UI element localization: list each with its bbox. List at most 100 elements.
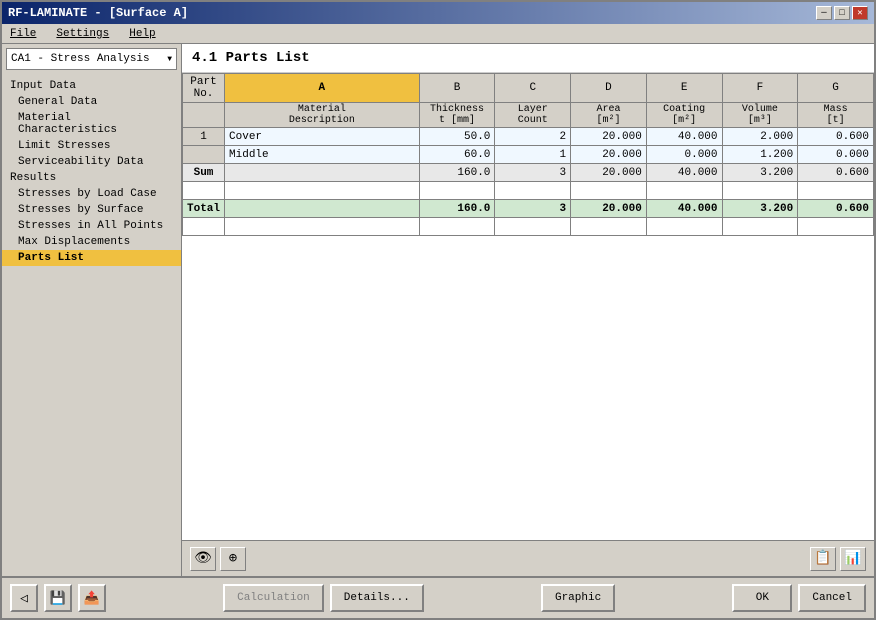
- details-button[interactable]: Details...: [330, 584, 424, 612]
- sidebar-item-serviceability-data[interactable]: Serviceability Data: [2, 154, 181, 170]
- sidebar-item-parts-list[interactable]: Parts List: [2, 250, 181, 266]
- sidebar-item-max-displacements[interactable]: Max Displacements: [2, 234, 181, 250]
- col-g-cell: 0.600: [798, 200, 874, 218]
- eye-icon: 👁: [194, 550, 212, 567]
- title-bar-buttons: ─ □ ✕: [816, 6, 868, 20]
- save-button[interactable]: 💾: [44, 584, 72, 612]
- analysis-dropdown[interactable]: CA1 - Stress Analysis ▼: [6, 48, 177, 70]
- col-d-sub: Area[m²]: [571, 103, 647, 128]
- select-icon-button[interactable]: ⊕: [220, 547, 246, 571]
- back-icon: ◁: [20, 591, 28, 606]
- table-toolbar: 👁 ⊕ 📋 📊: [182, 540, 874, 576]
- part-no-cell: [183, 146, 225, 164]
- dropdown-value: CA1 - Stress Analysis: [11, 53, 150, 65]
- part-no-sub: [183, 103, 225, 128]
- empty-cell: [225, 182, 420, 200]
- col-a-cell: [225, 200, 420, 218]
- col-a-cell: Cover: [225, 128, 420, 146]
- ok-button[interactable]: OK: [732, 584, 792, 612]
- sub-header-row: MaterialDescription Thicknesst [mm] Laye…: [183, 103, 874, 128]
- table-toolbar-left: 👁 ⊕: [190, 547, 246, 571]
- col-b-cell: 160.0: [419, 200, 495, 218]
- col-b-sub: Thicknesst [mm]: [419, 103, 495, 128]
- back-button[interactable]: ◁: [10, 584, 38, 612]
- col-c-header: C: [495, 74, 571, 103]
- col-g-cell: 0.600: [798, 128, 874, 146]
- col-b-cell: 60.0: [419, 146, 495, 164]
- col-g-sub: Mass[t]: [798, 103, 874, 128]
- col-e-cell: 0.000: [646, 146, 722, 164]
- table-row: Middle 60.0 1 20.000 0.000 1.200 0.000: [183, 146, 874, 164]
- parts-list-table: PartNo. A B C D E F G MaterialDescriptio…: [182, 73, 874, 236]
- menu-file[interactable]: File: [6, 27, 40, 41]
- empty-cell: [571, 218, 647, 236]
- col-f-cell: 1.200: [722, 146, 798, 164]
- window-title: RF-LAMINATE - [Surface A]: [8, 6, 188, 20]
- empty-cell: [183, 218, 225, 236]
- sidebar-nav: Input Data General Data Material Charact…: [2, 74, 181, 576]
- minimize-button[interactable]: ─: [816, 6, 832, 20]
- sidebar-item-general-data[interactable]: General Data: [2, 94, 181, 110]
- export-button[interactable]: 📤: [78, 584, 106, 612]
- empty-cell: [225, 218, 420, 236]
- col-e-cell: 40.000: [646, 164, 722, 182]
- col-d-cell: 20.000: [571, 164, 647, 182]
- col-b-cell: 50.0: [419, 128, 495, 146]
- table-container[interactable]: PartNo. A B C D E F G MaterialDescriptio…: [182, 73, 874, 540]
- sidebar-item-stresses-all-points[interactable]: Stresses in All Points: [2, 218, 181, 234]
- empty-cell: [419, 182, 495, 200]
- table-toolbar-right: 📋 📊: [810, 547, 866, 571]
- col-d-header: D: [571, 74, 647, 103]
- export1-button[interactable]: 📋: [810, 547, 836, 571]
- view-icon-button[interactable]: 👁: [190, 547, 216, 571]
- col-f-cell: 3.200: [722, 200, 798, 218]
- sidebar-item-stresses-load-case[interactable]: Stresses by Load Case: [2, 186, 181, 202]
- col-e-cell: 40.000: [646, 200, 722, 218]
- col-c-cell: 2: [495, 128, 571, 146]
- col-a-header: A: [225, 74, 420, 103]
- empty-row: [183, 182, 874, 200]
- sidebar-item-material-characteristics[interactable]: Material Characteristics: [2, 110, 181, 138]
- chart-export-icon: 📊: [844, 550, 861, 567]
- col-a-cell: [225, 164, 420, 182]
- part-no-cell: 1: [183, 128, 225, 146]
- cancel-button[interactable]: Cancel: [798, 584, 866, 612]
- save-icon: 💾: [50, 591, 66, 606]
- sum-row: Sum 160.0 3 20.000 40.000 3.200 0.600: [183, 164, 874, 182]
- total-row: Total 160.0 3 20.000 40.000 3.200 0.600: [183, 200, 874, 218]
- menu-help[interactable]: Help: [125, 27, 159, 41]
- col-f-sub: Volume[m³]: [722, 103, 798, 128]
- empty-cell: [798, 218, 874, 236]
- col-d-cell: 20.000: [571, 146, 647, 164]
- empty-row: [183, 218, 874, 236]
- main-content: CA1 - Stress Analysis ▼ Input Data Gener…: [2, 44, 874, 576]
- empty-cell: [646, 182, 722, 200]
- results-header: Results: [2, 170, 181, 186]
- title-bar: RF-LAMINATE - [Surface A] ─ □ ✕: [2, 2, 874, 24]
- col-g-cell: 0.000: [798, 146, 874, 164]
- sidebar-item-stresses-surface[interactable]: Stresses by Surface: [2, 202, 181, 218]
- menu-bar: File Settings Help: [2, 24, 874, 44]
- close-button[interactable]: ✕: [852, 6, 868, 20]
- empty-cell: [419, 218, 495, 236]
- col-f-cell: 2.000: [722, 128, 798, 146]
- chevron-down-icon: ▼: [167, 55, 172, 64]
- empty-cell: [183, 182, 225, 200]
- graphic-button[interactable]: Graphic: [541, 584, 615, 612]
- col-f-cell: 3.200: [722, 164, 798, 182]
- empty-cell: [722, 218, 798, 236]
- col-f-header: F: [722, 74, 798, 103]
- calculation-button[interactable]: Calculation: [223, 584, 324, 612]
- export-icon: 📤: [84, 591, 100, 606]
- table-export-icon: 📋: [814, 550, 831, 567]
- col-c-cell: 3: [495, 164, 571, 182]
- menu-settings[interactable]: Settings: [52, 27, 113, 41]
- maximize-button[interactable]: □: [834, 6, 850, 20]
- page-title: 4.1 Parts List: [182, 44, 874, 73]
- sidebar-item-limit-stresses[interactable]: Limit Stresses: [2, 138, 181, 154]
- export2-button[interactable]: 📊: [840, 547, 866, 571]
- empty-cell: [798, 182, 874, 200]
- col-c-sub: LayerCount: [495, 103, 571, 128]
- main-window: RF-LAMINATE - [Surface A] ─ □ ✕ File Set…: [0, 0, 876, 620]
- col-a-cell: Middle: [225, 146, 420, 164]
